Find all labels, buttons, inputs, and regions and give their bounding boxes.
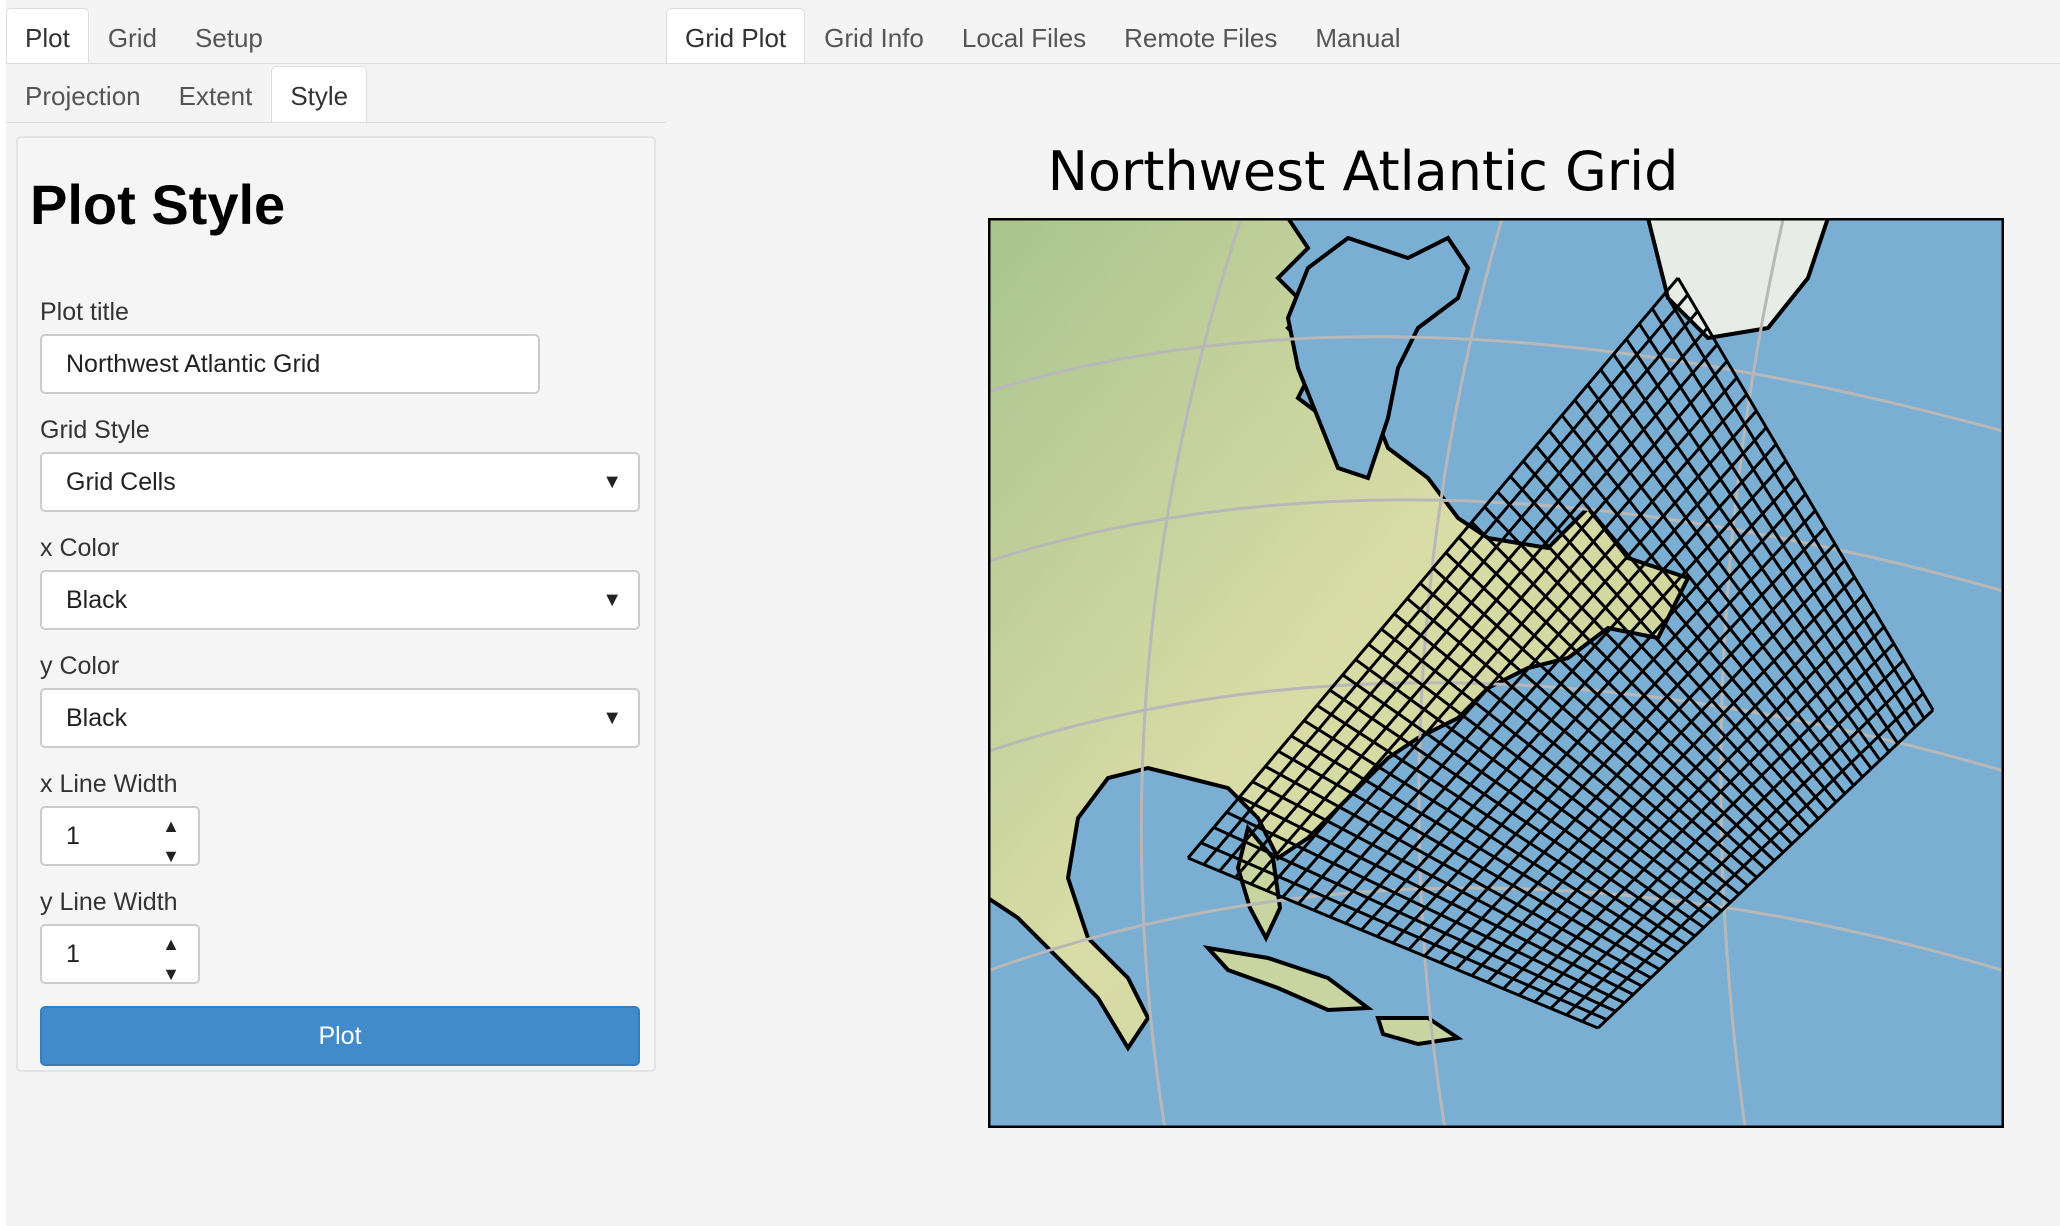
tab-setup[interactable]: Setup xyxy=(176,8,282,64)
caret-down-icon: ▼ xyxy=(602,707,622,729)
tab-local-files[interactable]: Local Files xyxy=(943,8,1105,64)
sub-tabs: Projection Extent Style xyxy=(6,66,368,122)
caret-down-icon: ▼ xyxy=(602,471,622,493)
output-tabs: Grid Plot Grid Info Local Files Remote F… xyxy=(666,8,1420,64)
sidebar-panel: Plot Grid Setup Projection Extent Style … xyxy=(6,0,666,1226)
y-line-width-value: 1 xyxy=(66,940,80,968)
plot-title-input[interactable]: Northwest Atlantic Grid xyxy=(40,334,540,394)
form-heading: Plot Style xyxy=(30,173,286,236)
y-line-width-label: y Line Width xyxy=(40,888,178,916)
x-color-value: Black xyxy=(66,586,128,614)
tab-style[interactable]: Style xyxy=(271,66,368,122)
y-color-label: y Color xyxy=(40,652,120,680)
tab-remote-files[interactable]: Remote Files xyxy=(1105,8,1296,64)
x-color-label: x Color xyxy=(40,534,120,562)
tab-divider xyxy=(6,63,666,64)
stepper-down-icon[interactable]: ▼ xyxy=(162,828,180,884)
tab-grid[interactable]: Grid xyxy=(89,8,176,64)
plot-style-form: Plot Style Plot title Northwest Atlantic… xyxy=(16,136,656,1072)
subtab-divider xyxy=(6,122,666,123)
main-tabs: Plot Grid Setup xyxy=(6,8,282,64)
plot-button[interactable]: Plot xyxy=(40,1006,640,1066)
y-color-select[interactable]: Black ▼ xyxy=(40,688,640,748)
tab-grid-info[interactable]: Grid Info xyxy=(805,8,943,64)
plot-title: Northwest Atlantic Grid xyxy=(1047,140,1679,203)
stepper-down-icon[interactable]: ▼ xyxy=(162,946,180,1002)
x-line-width-label: x Line Width xyxy=(40,770,178,798)
grid-style-select[interactable]: Grid Cells ▼ xyxy=(40,452,640,512)
grid-style-value: Grid Cells xyxy=(66,468,176,496)
main-panel: Grid Plot Grid Info Local Files Remote F… xyxy=(666,0,2060,1226)
app: Plot Grid Setup Projection Extent Style … xyxy=(0,0,2060,1226)
tab-manual[interactable]: Manual xyxy=(1296,8,1419,64)
x-line-width-value: 1 xyxy=(66,822,80,850)
y-line-width-input[interactable]: 1 ▲ ▼ xyxy=(40,924,200,984)
plot-title-label: Plot title xyxy=(40,298,129,326)
grid-style-label: Grid Style xyxy=(40,416,150,444)
grid-map xyxy=(988,218,2004,1128)
caret-down-icon: ▼ xyxy=(602,589,622,611)
tab-plot[interactable]: Plot xyxy=(6,8,89,64)
tab-extent[interactable]: Extent xyxy=(160,66,272,122)
x-line-width-input[interactable]: 1 ▲ ▼ xyxy=(40,806,200,866)
x-color-select[interactable]: Black ▼ xyxy=(40,570,640,630)
tab-divider xyxy=(666,63,2060,64)
y-color-value: Black xyxy=(66,704,128,732)
tab-grid-plot[interactable]: Grid Plot xyxy=(666,8,806,64)
tab-projection[interactable]: Projection xyxy=(6,66,160,122)
